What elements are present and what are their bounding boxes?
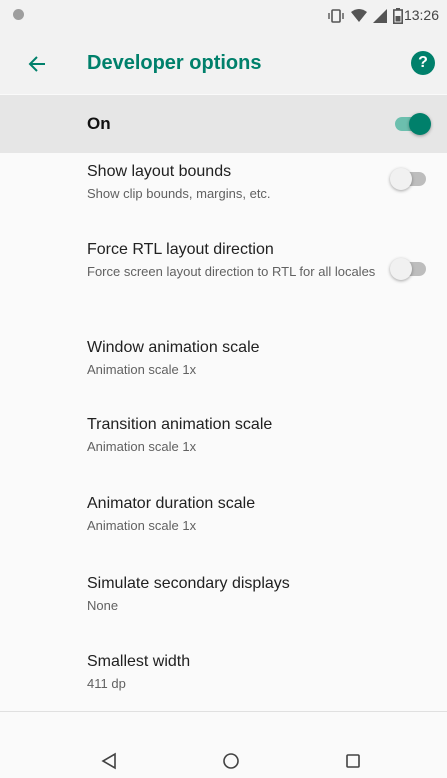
pref-title: Window animation scale (87, 339, 260, 356)
pref-transition-animation-scale[interactable]: Transition animation scale Animation sca… (87, 415, 377, 455)
nav-home-button[interactable] (219, 749, 243, 773)
nav-back-button[interactable] (97, 749, 121, 773)
pref-title: Simulate secondary displays (87, 575, 290, 592)
master-switch-label: On (87, 114, 111, 133)
arrow-left-icon (28, 56, 45, 72)
pref-summary: None (87, 598, 119, 613)
force-rtl-toggle[interactable] (390, 257, 430, 281)
switch-thumb (390, 168, 412, 190)
status-icons (327, 6, 403, 26)
master-switch-toggle[interactable] (393, 112, 433, 136)
pref-summary: Force screen layout direction to RTL for… (87, 264, 376, 279)
back-button[interactable] (22, 49, 52, 79)
pref-title: Animator duration scale (87, 495, 256, 512)
pref-summary: Animation scale 1x (87, 362, 197, 377)
pref-title: Transition animation scale (87, 416, 273, 433)
help-circle-icon: ? (418, 54, 428, 71)
pref-show-layout-bounds[interactable]: Show layout bounds Show clip bounds, mar… (87, 162, 377, 202)
vibrate-icon (328, 9, 344, 23)
pref-force-rtl[interactable]: Force RTL layout direction Force screen … (87, 240, 377, 280)
master-switch-row[interactable]: On (0, 95, 447, 153)
app-bar: Developer options ? (0, 34, 447, 94)
help-button[interactable]: ? (411, 51, 435, 75)
switch-thumb (390, 258, 412, 280)
pref-title: Show layout bounds (87, 163, 232, 180)
pref-animator-duration-scale[interactable]: Animator duration scale Animation scale … (87, 494, 377, 534)
pref-smallest-width[interactable]: Smallest width 411 dp (87, 652, 377, 692)
status-time: 13:26 (403, 7, 439, 23)
page-title: Developer options (87, 52, 262, 74)
notification-dot-icon (13, 9, 24, 20)
square-recents-icon (346, 754, 360, 768)
pref-title: Force RTL layout direction (87, 241, 274, 258)
list-divider (0, 711, 447, 712)
show-layout-bounds-toggle[interactable] (390, 167, 430, 191)
triangle-back-icon (101, 752, 116, 770)
nav-recents-button[interactable] (341, 749, 365, 773)
wifi-icon (351, 9, 367, 22)
pref-summary: Show clip bounds, margins, etc. (87, 186, 271, 201)
pref-summary: Animation scale 1x (87, 439, 197, 454)
pref-window-animation-scale[interactable]: Window animation scale Animation scale 1… (87, 338, 377, 378)
switch-thumb (409, 113, 431, 135)
pref-simulate-secondary-displays[interactable]: Simulate secondary displays None (87, 574, 377, 614)
pref-summary: 411 dp (87, 676, 126, 691)
navigation-bar (0, 742, 447, 778)
status-bar: 13:26 (0, 0, 447, 34)
signal-icon (373, 9, 387, 23)
circle-home-icon (223, 753, 239, 769)
pref-summary: Animation scale 1x (87, 518, 197, 533)
pref-title: Smallest width (87, 653, 191, 670)
battery-icon (393, 8, 403, 24)
